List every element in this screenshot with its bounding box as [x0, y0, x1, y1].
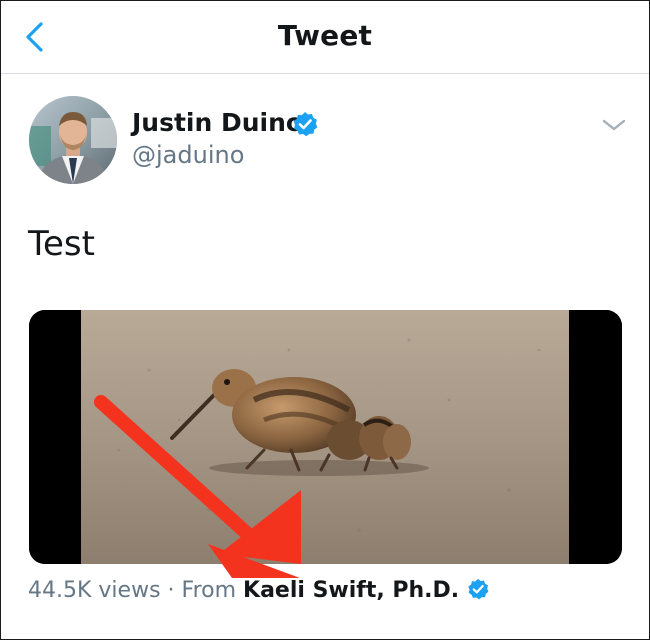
avatar[interactable] [29, 96, 117, 184]
page-title: Tweet [277, 19, 373, 52]
video-thumbnail [29, 310, 622, 564]
chevron-down-icon [602, 119, 626, 131]
tweet-text: Test [28, 224, 95, 264]
view-count: 44.5K views [28, 578, 161, 603]
app-header: Tweet [1, 1, 649, 74]
verified-badge-icon [293, 112, 318, 137]
separator-dot: · [160, 578, 182, 603]
author-handle[interactable]: @jaduino [132, 141, 244, 169]
author-display-name[interactable]: Justin Duino [132, 108, 303, 137]
media-attribution: 44.5K views · From Kaeli Swift, Ph.D. [28, 578, 489, 603]
tweet-options-button[interactable] [600, 114, 628, 136]
video-player[interactable] [29, 310, 622, 564]
from-label: From [181, 578, 244, 603]
avatar-photo [29, 96, 117, 184]
media-source-link[interactable]: Kaeli Swift, Ph.D. [243, 578, 459, 603]
verified-badge-icon [468, 578, 489, 600]
